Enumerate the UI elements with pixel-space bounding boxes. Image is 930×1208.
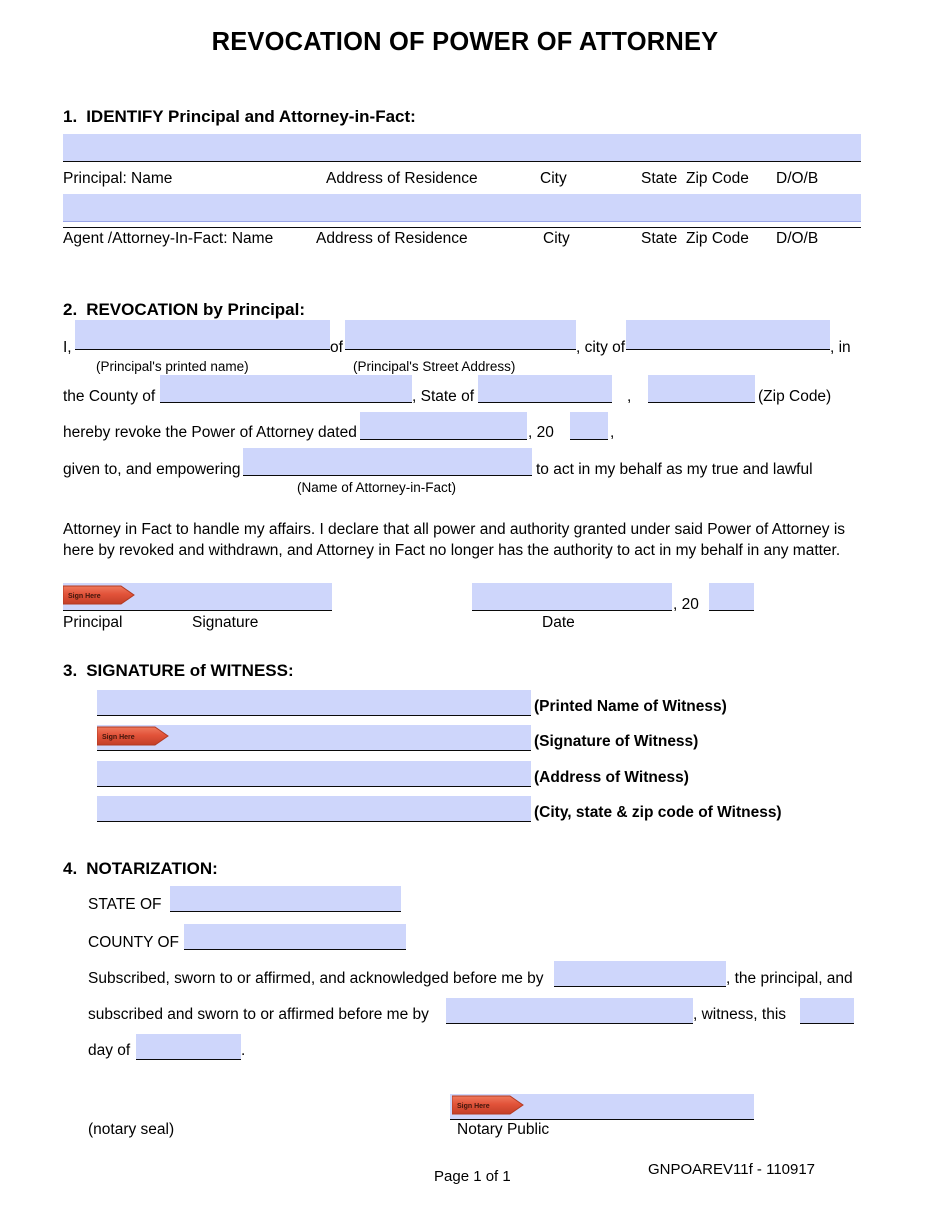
line1-lead-text: I, — [63, 339, 72, 356]
label-principal-name: Principal: Name — [63, 170, 173, 187]
sign-here-tag-notary[interactable]: Sign Here — [452, 1095, 524, 1115]
principal-date-field[interactable] — [472, 583, 672, 611]
sign-here-tag-principal[interactable]: Sign Here — [63, 585, 135, 605]
label-principal-city: City — [540, 170, 567, 187]
caption-zip-code: (Zip Code) — [758, 388, 832, 405]
line2-state-of-text: , State of — [412, 388, 475, 405]
county-field[interactable] — [160, 375, 412, 403]
principal-city-field[interactable] — [626, 320, 830, 350]
section-3-heading-text: SIGNATURE of WITNESS: — [86, 661, 294, 680]
label-agent-name: Agent /Attorney-In-Fact: Name — [63, 230, 274, 247]
section-4-heading: 4. NOTARIZATION: — [63, 859, 218, 879]
label-agent-dob: D/O/B — [776, 230, 819, 247]
section-1-number: 1. — [63, 107, 78, 126]
notary-state-field[interactable] — [170, 886, 401, 912]
notary-month-field[interactable] — [136, 1034, 241, 1060]
notary-line2-lead-text: subscribed and sworn to or affirmed befo… — [88, 1006, 429, 1023]
caption-attorney-in-fact-name: (Name of Attorney-in-Fact) — [297, 480, 457, 495]
line4-lead-text: given to, and empowering — [63, 461, 241, 478]
label-date: Date — [542, 614, 575, 631]
line2-comma-text: , — [627, 388, 632, 405]
attorney-in-fact-name-field[interactable] — [243, 448, 532, 476]
label-principal-dob: D/O/B — [776, 170, 819, 187]
label-principal-address: Address of Residence — [326, 170, 478, 187]
line1-city-of-text: , city of — [576, 339, 626, 356]
caption-witness-address: (Address of Witness) — [534, 769, 689, 786]
label-principal-zip: Zip Code — [686, 170, 749, 187]
svg-text:Sign Here: Sign Here — [68, 593, 101, 600]
agent-row-rule — [63, 227, 861, 228]
witness-address-field[interactable] — [97, 761, 531, 787]
document-page: REVOCATION OF POWER OF ATTORNEY 1. IDENTI… — [0, 0, 930, 1208]
notary-line3-period-text: . — [241, 1042, 246, 1059]
notary-county-field[interactable] — [184, 924, 406, 950]
section-2-number: 2. — [63, 300, 78, 319]
line2-county-of-text: the County of — [63, 388, 156, 405]
section-1-heading: 1. IDENTIFY Principal and Attorney-in-Fac… — [63, 107, 416, 127]
notary-witness-name-field[interactable] — [446, 998, 693, 1024]
section-4-heading-text: NOTARIZATION: — [86, 859, 218, 878]
section-1-heading-text: IDENTIFY Principal and Attorney-in-Fact: — [86, 107, 416, 126]
notary-day-number-field[interactable] — [800, 998, 854, 1024]
label-signature: Signature — [192, 614, 259, 631]
label-agent-city: City — [543, 230, 570, 247]
page-number: Page 1 of 1 — [434, 1168, 511, 1185]
caption-principal-printed-name: (Principal's printed name) — [96, 359, 249, 374]
label-principal-state: State — [641, 170, 678, 187]
label-notary-public: Notary Public — [457, 1121, 550, 1138]
section-4-number: 4. — [63, 859, 78, 878]
poa-date-field[interactable] — [360, 412, 527, 440]
principal-identity-field[interactable] — [63, 134, 861, 162]
agent-identity-field[interactable] — [63, 194, 861, 222]
caption-witness-city-state-zip: (City, state & zip code of Witness) — [534, 804, 782, 821]
label-state-of: STATE OF — [88, 896, 162, 913]
label-agent-state: State — [641, 230, 678, 247]
notary-principal-name-field[interactable] — [554, 961, 726, 987]
svg-text:Sign Here: Sign Here — [102, 734, 135, 741]
label-agent-zip: Zip Code — [686, 230, 749, 247]
section-2-heading-text: REVOCATION by Principal: — [86, 300, 306, 319]
witness-city-state-zip-field[interactable] — [97, 796, 531, 822]
line3-year-prefix-text: , 20 — [528, 424, 554, 441]
state-field[interactable] — [478, 375, 612, 403]
section-3-heading: 3. SIGNATURE of WITNESS: — [63, 661, 294, 681]
line1-of-text: of — [330, 339, 343, 356]
line3-trailing-comma-text: , — [610, 424, 615, 441]
svg-text:Sign Here: Sign Here — [457, 1103, 490, 1110]
date-year-prefix-text: , 20 — [673, 596, 699, 613]
label-agent-address: Address of Residence — [316, 230, 468, 247]
label-principal: Principal — [63, 614, 123, 631]
notary-line1-lead-text: Subscribed, sworn to or affirmed, and ac… — [88, 970, 544, 987]
section-3-number: 3. — [63, 661, 78, 680]
principal-printed-name-field[interactable] — [75, 320, 330, 350]
line4-trail-text: to act in my behalf as my true and lawfu… — [536, 461, 813, 478]
poa-year-field[interactable] — [570, 412, 608, 440]
caption-witness-signature: (Signature of Witness) — [534, 733, 699, 750]
section-2-heading: 2. REVOCATION by Principal: — [63, 300, 305, 320]
notary-line3-lead-text: day of — [88, 1042, 131, 1059]
line3-lead-text: hereby revoke the Power of Attorney date… — [63, 424, 357, 441]
form-code: GNPOAREV11f - 110917 — [648, 1161, 816, 1178]
principal-street-address-field[interactable] — [345, 320, 576, 350]
witness-printed-name-field[interactable] — [97, 690, 531, 716]
principal-date-year-field[interactable] — [709, 583, 754, 611]
caption-principal-street-address: (Principal's Street Address) — [353, 359, 516, 374]
zip-code-field[interactable] — [648, 375, 755, 403]
notary-line2-trail-text: , witness, this — [693, 1006, 787, 1023]
label-county-of: COUNTY OF — [88, 934, 179, 951]
page-title: REVOCATION OF POWER OF ATTORNEY — [211, 28, 719, 56]
line1-in-text: , in — [830, 339, 851, 356]
notary-line1-trail-text: , the principal, and — [726, 970, 853, 987]
label-notary-seal: (notary seal) — [88, 1121, 175, 1138]
sign-here-tag-witness[interactable]: Sign Here — [97, 726, 169, 746]
revocation-paragraph: Attorney in Fact to handle my affairs. I… — [63, 521, 846, 559]
caption-witness-printed-name: (Printed Name of Witness) — [534, 698, 727, 715]
